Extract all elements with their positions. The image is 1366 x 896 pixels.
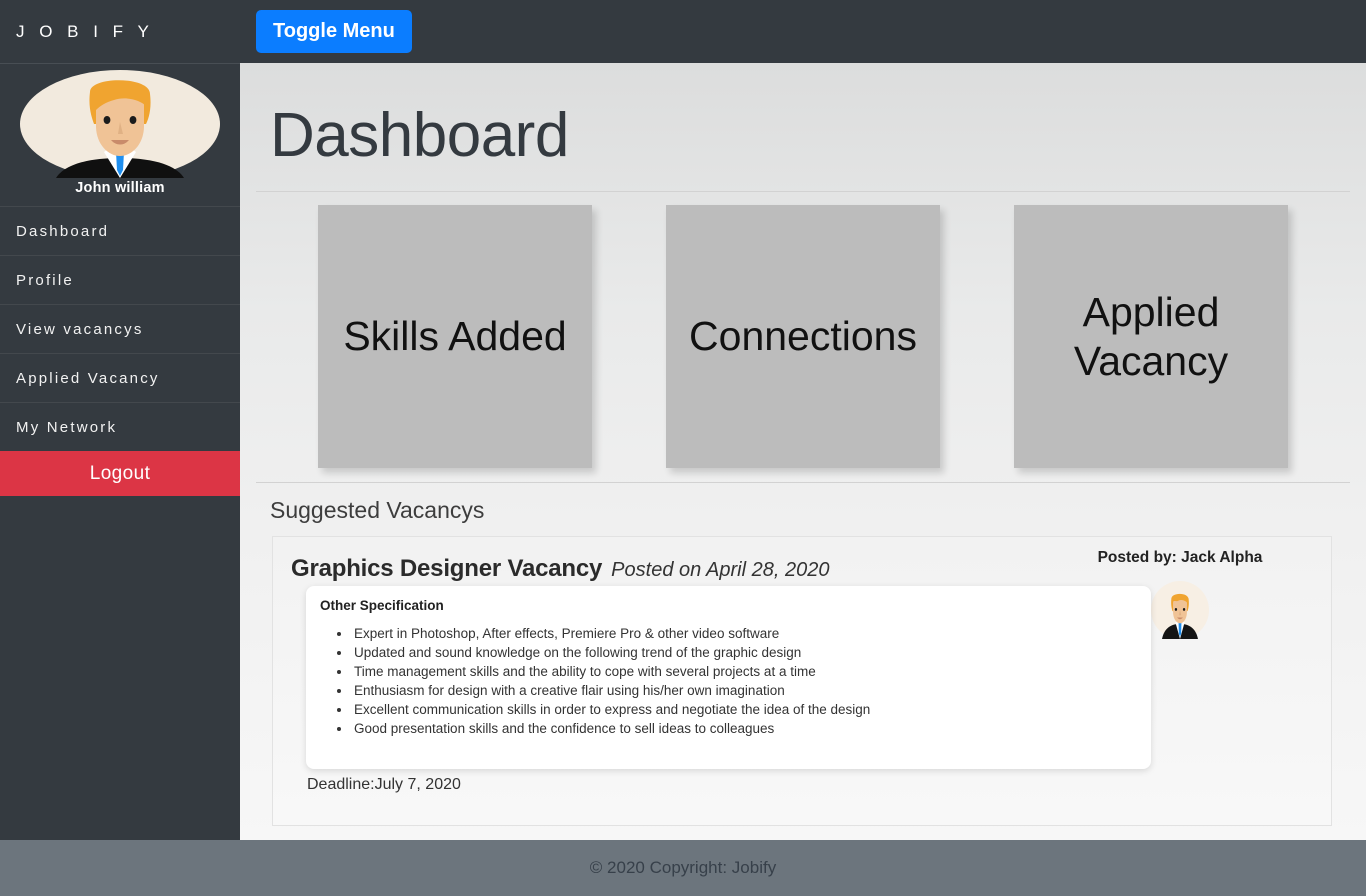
main-content: Dashboard Skills Added Connections Appli… <box>240 63 1366 840</box>
sidebar-nav: Dashboard Profile View vacancys Applied … <box>0 206 240 451</box>
stat-cards: Skills Added Connections Applied Vacancy <box>256 192 1350 482</box>
sidebar: John william Dashboard Profile View vaca… <box>0 63 240 840</box>
card-connections[interactable]: Connections <box>666 205 940 468</box>
sidebar-item-applied-vacancy[interactable]: Applied Vacancy <box>0 353 240 402</box>
list-item: Expert in Photoshop, After effects, Prem… <box>352 624 1137 643</box>
avatar <box>0 70 240 178</box>
sidebar-item-label: View vacancys <box>16 320 144 338</box>
sidebar-item-label: My Network <box>16 418 118 436</box>
section-title-suggested-vacancys: Suggested Vacancys <box>270 497 485 523</box>
footer-copyright: © 2020 Copyright: Jobify <box>589 858 777 877</box>
list-item: Excellent communication skills in order … <box>352 700 1137 719</box>
brand-logo: J O B I F Y <box>16 21 154 41</box>
other-specification-box: Other Specification Expert in Photoshop,… <box>306 586 1151 769</box>
logout-button[interactable]: Logout <box>0 451 240 496</box>
vacancy-deadline: Deadline:July 7, 2020 <box>307 776 461 793</box>
sidebar-item-profile[interactable]: Profile <box>0 255 240 304</box>
footer: © 2020 Copyright: Jobify <box>0 840 1366 896</box>
posted-by-label: Posted by: Jack Alpha <box>1097 549 1263 566</box>
vacancy-title: Graphics Designer Vacancy <box>291 555 603 582</box>
card-label: Applied Vacancy <box>1073 289 1229 384</box>
toggle-menu-button[interactable]: Toggle Menu <box>256 10 412 53</box>
vacancy-card[interactable]: Graphics Designer Vacancy Posted on Apri… <box>272 536 1332 826</box>
sidebar-item-view-vacancys[interactable]: View vacancys <box>0 304 240 353</box>
sidebar-user-name: John william <box>75 180 165 196</box>
sidebar-item-my-network[interactable]: My Network <box>0 402 240 451</box>
spec-box-title: Other Specification <box>320 598 444 613</box>
card-skills-added[interactable]: Skills Added <box>318 205 592 468</box>
spec-list: Expert in Photoshop, After effects, Prem… <box>352 624 1137 738</box>
page-title: Dashboard <box>270 101 569 170</box>
card-label: Skills Added <box>343 313 567 360</box>
app-root: J O B I F Y Toggle Menu John william Das… <box>0 0 1366 896</box>
sidebar-profile: John william <box>0 64 240 206</box>
card-label: Connections <box>689 313 917 360</box>
vacancy-posted-date: Posted on April 28, 2020 <box>611 559 830 581</box>
list-item: Time management skills and the ability t… <box>352 662 1137 681</box>
businessman-avatar-icon <box>20 70 220 178</box>
card-applied-vacancy[interactable]: Applied Vacancy <box>1014 205 1288 468</box>
businessman-avatar-icon <box>1151 581 1209 639</box>
list-item: Enthusiasm for design with a creative fl… <box>352 681 1137 700</box>
sidebar-item-label: Applied Vacancy <box>16 369 160 387</box>
top-navbar: J O B I F Y Toggle Menu <box>0 0 1366 63</box>
list-item: Updated and sound knowledge on the follo… <box>352 643 1137 662</box>
sidebar-item-label: Profile <box>16 271 74 289</box>
sidebar-item-dashboard[interactable]: Dashboard <box>0 206 240 255</box>
sidebar-item-label: Dashboard <box>16 222 110 240</box>
list-item: Good presentation skills and the confide… <box>352 719 1137 738</box>
